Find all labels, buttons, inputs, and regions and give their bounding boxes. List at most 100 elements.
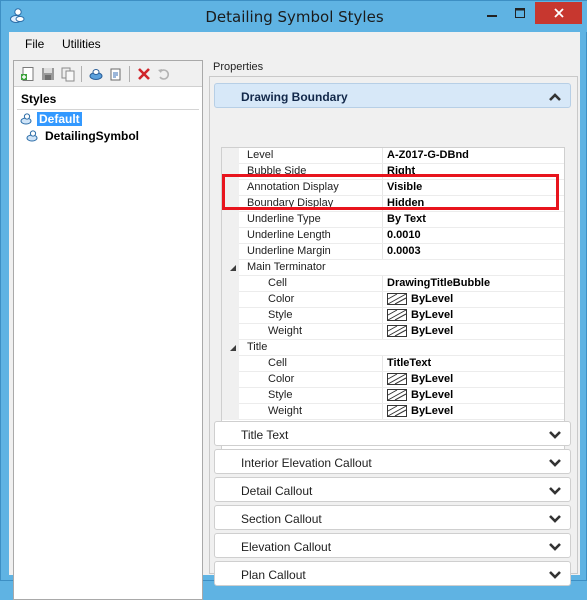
style-item-detailingsymbol[interactable]: DetailingSymbol [26,128,141,144]
group-header-detail-callout[interactable]: Detail Callout [214,477,571,502]
styles-pane: Styles Default DetailingSymbol [13,60,203,600]
group-header-drawing-boundary[interactable]: Drawing Boundary [214,83,571,108]
application-window: Detailing Symbol Styles File Utilities S… [0,0,587,600]
save-icon[interactable] [39,65,57,83]
row-gutter [222,388,239,404]
toolbar-separator [129,66,130,82]
property-value[interactable]: TitleText [387,357,431,369]
property-row[interactable]: Color ByLevel [222,372,564,388]
property-name: Weight [268,405,303,417]
property-value-text: 0.0003 [387,245,421,257]
column-divider [382,372,383,388]
delete-icon[interactable] [135,65,153,83]
property-row[interactable]: Underline Margin 0.0003 [222,244,564,260]
style-item-label: Default [37,112,82,126]
property-value-text: 0.0010 [387,229,421,241]
column-divider [382,276,383,292]
column-divider [382,308,383,324]
properties-panel: Drawing Boundary Level A-Z017-G-DBnd Bubbl… [209,76,578,586]
row-divider [239,419,564,420]
property-name: Main Terminator [247,261,326,273]
property-value[interactable]: ByLevel [387,293,453,305]
row-gutter [222,404,239,420]
row-gutter [222,324,239,340]
chevron-up-icon[interactable] [549,92,561,102]
group-header-title-text[interactable]: Title Text [214,421,571,446]
property-name: Color [268,373,295,385]
group-header-elevation-callout[interactable]: Elevation Callout [214,533,571,558]
property-row[interactable]: Level A-Z017-G-DBnd [222,148,564,164]
property-name: Underline Type [247,213,321,225]
property-category[interactable]: Title [222,340,564,356]
property-row[interactable]: Underline Type By Text [222,212,564,228]
bylevel-swatch-icon [387,325,407,337]
property-name: Style [268,389,293,401]
close-button[interactable] [535,2,582,24]
property-value[interactable]: 0.0003 [387,245,421,257]
property-value[interactable]: By Text [387,213,426,225]
chevron-down-icon[interactable] [549,542,561,552]
column-divider [382,148,383,164]
property-value-text: ByLevel [411,405,454,417]
bylevel-swatch-icon [387,309,407,321]
property-name: Underline Length [247,229,331,241]
chevron-down-icon[interactable] [549,514,561,524]
group-title: Title Text [241,428,289,442]
annotation-highlight-box [222,174,559,210]
collapse-triangle-icon[interactable] [229,344,237,352]
property-row[interactable]: Style ByLevel [222,308,564,324]
style-icon [26,130,38,142]
property-category[interactable]: Main Terminator [222,260,564,276]
copy-icon[interactable] [59,65,77,83]
group-header-interior-elevation-callout[interactable]: Interior Elevation Callout [214,449,571,474]
property-row[interactable]: Weight ByLevel [222,404,564,420]
column-divider [382,324,383,340]
property-value[interactable]: ByLevel [387,325,453,337]
maximize-button[interactable] [506,2,533,24]
group-header-section-callout[interactable]: Section Callout [214,505,571,530]
column-divider [382,292,383,308]
property-value[interactable]: DrawingTitleBubble [387,277,490,289]
minimize-button[interactable] [478,2,506,24]
collapse-triangle-icon[interactable] [229,264,237,272]
minimize-icon [487,15,497,17]
group-title: Drawing Boundary [241,90,348,104]
import-icon[interactable] [87,65,105,83]
property-value[interactable]: 0.0010 [387,229,421,241]
column-divider [382,228,383,244]
property-value[interactable]: ByLevel [387,405,453,417]
group-title: Section Callout [241,512,322,526]
chevron-down-icon[interactable] [549,430,561,440]
reset-icon[interactable] [155,65,173,83]
chevron-down-icon[interactable] [549,486,561,496]
row-gutter [222,356,239,372]
export-icon[interactable] [107,65,125,83]
chevron-down-icon[interactable] [549,570,561,580]
property-row[interactable]: Cell TitleText [222,356,564,372]
chevron-down-icon[interactable] [549,458,561,468]
property-name: Underline Margin [247,245,331,257]
style-item-default[interactable]: Default [20,111,82,127]
menu-utilities[interactable]: Utilities [62,37,101,51]
column-divider [382,388,383,404]
menu-file[interactable]: File [25,37,44,51]
property-value[interactable]: ByLevel [387,373,453,385]
property-row[interactable]: Cell DrawingTitleBubble [222,276,564,292]
column-divider [382,244,383,260]
property-row[interactable]: Style ByLevel [222,388,564,404]
property-value[interactable]: A-Z017-G-DBnd [387,149,469,161]
bylevel-swatch-icon [387,373,407,385]
property-value-text: ByLevel [411,293,454,305]
property-value[interactable]: ByLevel [387,389,453,401]
property-row[interactable]: Color ByLevel [222,292,564,308]
title-bar[interactable]: Detailing Symbol Styles [1,1,587,32]
row-gutter [222,148,239,164]
property-row[interactable]: Underline Length 0.0010 [222,228,564,244]
property-value-text: ByLevel [411,389,454,401]
group-header-plan-callout[interactable]: Plan Callout [214,561,571,586]
property-value[interactable]: ByLevel [387,309,453,321]
styles-divider [17,109,199,110]
property-row[interactable]: Weight ByLevel [222,324,564,340]
property-name: Cell [268,277,287,289]
new-style-icon[interactable] [19,65,37,83]
